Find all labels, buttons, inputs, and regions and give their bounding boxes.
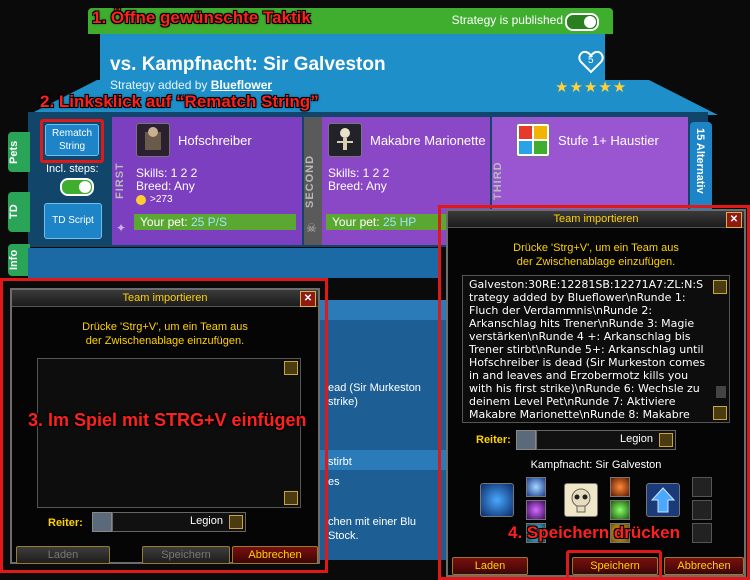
pet-breed: Breed: Any [136, 179, 195, 193]
spell-icon[interactable] [526, 477, 546, 497]
dialog-hint: Drücke 'Strg+V', um ein Team aus der Zwi… [513, 242, 679, 268]
toggle-knob [584, 16, 596, 28]
pet-level: >273 [150, 194, 173, 205]
step-text: stirbt [328, 456, 352, 468]
team-import-dialog-filled: Team importieren ✕ Drücke 'Strg+V', um e… [446, 209, 746, 580]
spell-icon[interactable] [526, 500, 546, 520]
scroll-up-icon[interactable] [713, 280, 727, 294]
sparkle-icon: ✦ [116, 221, 127, 235]
rider-icon [516, 430, 536, 450]
rider-value: Legion [619, 433, 653, 445]
slot-first: FIRST Hofschreiber Skills: 1 2 2 Breed: … [112, 117, 302, 245]
your-pet-label: Your pet: [332, 215, 380, 229]
rider-label: Reiter: [48, 517, 83, 529]
step4-annotation: 4. Speichern drücken [508, 523, 680, 542]
step1-annotation: 1. Öffne gewünschte Taktik [92, 8, 311, 27]
cancel-button[interactable]: Abbrechen [232, 546, 318, 564]
step-text: Stock. [328, 530, 359, 542]
pet-skills: Skills: 1 2 2 [136, 166, 198, 180]
incl-steps-label: Incl. steps: [46, 163, 99, 175]
dialog-hint: Drücke 'Strg+V', um ein Team aus der Zwi… [82, 321, 248, 347]
tab-pets[interactable]: Pets [8, 132, 30, 172]
step-text: ead (Sir Murkeston [328, 382, 421, 394]
alternatives-tab[interactable]: 15 Alternativ [690, 122, 712, 212]
import-string-text: Galveston:30RE:12281SB:12271A7:ZL:N:S tr… [469, 278, 706, 422]
like-count: 5 [588, 55, 594, 66]
level-pet-arrow-icon[interactable] [646, 483, 680, 517]
like-heart-icon[interactable]: 5 [578, 50, 604, 74]
spell-icon[interactable] [610, 477, 630, 497]
step2-annotation: 2. Linksklick auf “Rematch String” [40, 92, 319, 111]
import-text-area[interactable]: Galveston:30RE:12281SB:12271A7:ZL:N:S tr… [462, 275, 730, 423]
tab-info[interactable]: Info [8, 244, 30, 276]
dialog-title: Team importieren [12, 290, 318, 307]
step-text: es [328, 476, 340, 488]
subtitle-prefix: Strategy added by [110, 78, 211, 92]
incl-steps-toggle[interactable] [60, 178, 94, 196]
published-label: Strategy is published [451, 13, 563, 27]
save-button[interactable]: Speichern [142, 546, 230, 564]
step-text: strike) [328, 396, 358, 408]
steps-header-band [28, 248, 438, 278]
close-icon[interactable]: ✕ [726, 212, 742, 228]
scroll-thumb[interactable] [716, 386, 726, 398]
toggle-knob [79, 181, 91, 193]
td-script-button[interactable]: TD Script [44, 203, 102, 239]
chevron-down-icon[interactable] [659, 433, 673, 447]
import-text-area[interactable] [37, 358, 301, 508]
rematch-string-button[interactable]: Rematch String [45, 124, 99, 156]
author-link[interactable]: Blueflower [211, 78, 272, 92]
load-button[interactable]: Laden [16, 546, 110, 564]
export-controls: Rematch String Incl. steps: TD Script [40, 117, 110, 245]
pet-name[interactable]: Hofschreiber [178, 133, 252, 148]
hofschreiber-pet-icon [136, 123, 170, 157]
strategy-subtitle: Strategy added by Blueflower [110, 78, 272, 92]
rating-stars: ★★★★★ [555, 79, 628, 96]
rider-value: Legion [189, 515, 223, 527]
pet-skills: Skills: 1 2 2 [328, 166, 390, 180]
your-pet-bar: Your pet: 25 P/S [134, 214, 296, 230]
close-icon[interactable]: ✕ [300, 291, 316, 307]
pet-breed: Breed: Any [328, 179, 387, 193]
arcane-ability-icon[interactable] [480, 483, 514, 517]
your-pet-value: 25 HP [382, 215, 417, 229]
level-pet-icon [516, 123, 550, 157]
scroll-down-icon[interactable] [713, 406, 727, 420]
scroll-down-icon[interactable] [284, 491, 298, 505]
pet-name[interactable]: Stufe 1+ Haustier [558, 133, 659, 148]
cancel-button[interactable]: Abbrechen [664, 557, 744, 575]
empty-spell-slot[interactable] [692, 477, 712, 497]
rider-label: Reiter: [476, 434, 511, 446]
spell-icon[interactable] [610, 500, 630, 520]
rider-dropdown[interactable]: Legion [536, 430, 676, 450]
rider-dropdown[interactable]: Legion [112, 512, 246, 532]
save-button[interactable]: Speichern [572, 557, 658, 575]
rider-icon [92, 512, 112, 532]
your-pet-value: 25 P/S [190, 215, 227, 229]
pet-name[interactable]: Makabre Marionette [370, 133, 486, 148]
skull-icon: ☠ [306, 221, 317, 235]
your-pet-label: Your pet: [140, 215, 188, 229]
skull-pet-icon[interactable] [564, 483, 598, 517]
tab-td[interactable]: TD [8, 192, 30, 232]
published-toggle[interactable] [565, 13, 599, 31]
empty-spell-slot[interactable] [692, 523, 712, 543]
step3-annotation: 3. Im Spiel mit STRG+V einfügen [28, 410, 307, 430]
team-name: Kampfnacht: Sir Galveston [530, 459, 662, 471]
load-button[interactable]: Laden [452, 557, 528, 575]
alternatives-label: 15 Alternativ [694, 128, 706, 194]
chevron-down-icon[interactable] [229, 515, 243, 529]
empty-spell-slot[interactable] [692, 500, 712, 520]
makabre-marionette-pet-icon [328, 123, 362, 157]
step-text: chen mit einer Blu [328, 516, 417, 528]
coin-icon [136, 195, 146, 205]
scroll-up-icon[interactable] [284, 361, 298, 375]
strategy-title: vs. Kampfnacht: Sir Galveston [110, 54, 386, 75]
dialog-title: Team importieren [448, 211, 744, 228]
